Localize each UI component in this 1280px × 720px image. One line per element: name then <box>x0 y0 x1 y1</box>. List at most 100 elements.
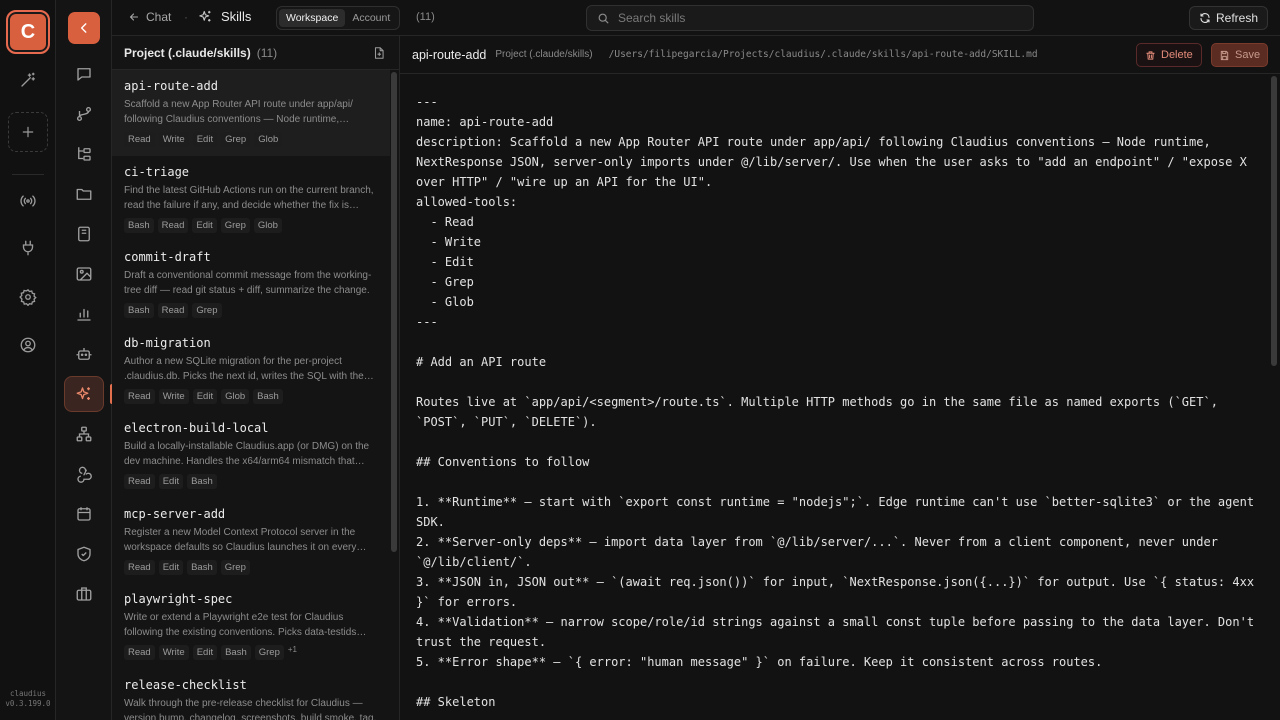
skill-name: db-migration <box>124 335 211 350</box>
tool-tag: Write <box>158 388 189 404</box>
tool-tags: Bash Read Edit Grep Glob <box>124 217 378 233</box>
skill-list-item[interactable]: electron-build-local Build a locally-inst… <box>112 412 390 498</box>
chat-icon[interactable] <box>70 60 98 88</box>
refresh-button[interactable]: Refresh <box>1189 6 1269 30</box>
skill-name: ci-triage <box>124 164 190 179</box>
briefcase-icon[interactable] <box>70 580 98 608</box>
skill-description: Register a new Model Context Protocol se… <box>124 526 357 553</box>
app-version-label: v0.3.199.0 <box>5 699 51 708</box>
skills-list: api-route-add Scaffold a new App Router A… <box>112 70 390 720</box>
network-icon[interactable] <box>70 420 98 448</box>
tool-tag: Bash <box>124 303 154 318</box>
git-branch-icon[interactable] <box>70 100 98 128</box>
scope-toggle: Workspace Account <box>276 6 401 30</box>
save-button[interactable]: Save <box>1211 43 1269 67</box>
workspace-initial: C <box>20 20 36 43</box>
editor-scrollbar[interactable] <box>1271 76 1277 366</box>
tool-tag: Read <box>124 645 155 660</box>
tab-account[interactable]: Account <box>345 9 397 27</box>
search-icon <box>598 13 609 23</box>
skill-list-item[interactable]: db-migration Author a new SQLite migratio… <box>112 327 390 413</box>
workspace-avatar-button[interactable]: C <box>6 10 50 54</box>
delete-label: Delete <box>1161 49 1193 61</box>
tool-tag: Glob <box>221 388 250 404</box>
tool-tag: Edit <box>158 559 184 575</box>
tool-tag: Bash <box>124 217 154 233</box>
skill-description: Build a locally-installable Claudius.app… <box>124 441 370 467</box>
tool-tag: Read <box>157 303 189 318</box>
tool-tag: Glob <box>253 217 282 233</box>
plug-icon[interactable] <box>14 234 42 262</box>
bar-chart-icon[interactable] <box>70 300 98 328</box>
tool-tag: Edit <box>192 645 218 660</box>
tool-tag: Grep <box>220 217 250 233</box>
file-tree-icon[interactable] <box>70 140 98 168</box>
save-icon <box>1220 50 1229 60</box>
collapse-sidebar-button[interactable] <box>68 12 100 44</box>
trash-icon <box>1146 50 1155 60</box>
tool-tag: Grep <box>220 559 250 575</box>
tool-tag: Grep <box>254 645 284 660</box>
skill-description: Scaffold a new App Router API route unde… <box>124 99 353 125</box>
new-skill-file-icon[interactable] <box>372 46 386 60</box>
skill-name: mcp-server-add <box>124 506 226 521</box>
editor-file-path: /Users/filipegarcia/Projects/claudius/.c… <box>608 49 1038 60</box>
broadcast-icon[interactable] <box>14 187 42 215</box>
tool-tag: Read <box>157 217 189 233</box>
add-workspace-button[interactable] <box>8 112 48 152</box>
more-tools-count: +1 <box>287 645 297 654</box>
skill-description: Author a new SQLite migration for the pe… <box>124 355 364 382</box>
breadcrumb-skills: Skills <box>198 9 251 24</box>
skill-description: Walk through the pre-release checklist f… <box>124 697 377 720</box>
skill-name: commit-draft <box>124 250 211 264</box>
bot-icon[interactable] <box>70 340 98 368</box>
tool-tag: Read <box>124 132 155 147</box>
skill-description: Write or extend a Playwright e2e test fo… <box>124 612 357 638</box>
skill-name: api-route-add <box>124 79 218 93</box>
editor-skill-scope: Project (.claude/skills) <box>495 49 593 60</box>
skill-markdown-editor[interactable]: --- name: api-route-add description: Sca… <box>416 92 1266 712</box>
webhook-icon[interactable] <box>70 460 98 488</box>
editor-skill-name: api-route-add <box>412 47 487 62</box>
tool-tag: Edit <box>192 217 217 233</box>
search-input[interactable] <box>618 11 1018 25</box>
tool-tags: Read Edit Bash Grep <box>124 559 378 575</box>
skill-list-item[interactable]: release-checklist Walk through the pre-re… <box>112 669 390 720</box>
image-icon[interactable] <box>70 260 98 288</box>
shield-check-icon[interactable] <box>70 540 98 568</box>
folder-icon[interactable] <box>70 180 98 208</box>
delete-button[interactable]: Delete <box>1136 43 1202 67</box>
refresh-label: Refresh <box>1216 11 1259 25</box>
sparkles-icon <box>199 10 211 22</box>
search-box <box>586 5 1034 31</box>
back-to-chat-link[interactable]: Chat <box>128 10 171 24</box>
skill-list-item[interactable]: mcp-server-add Register a new Model Conte… <box>112 498 390 584</box>
tool-tags: Read Edit Bash <box>124 474 378 489</box>
app-name-label: claudius <box>9 689 47 698</box>
tab-workspace[interactable]: Workspace <box>279 9 346 27</box>
sparkles-skills-icon[interactable] <box>70 380 98 408</box>
tool-tags: Read Write Edit Glob Bash <box>124 388 378 404</box>
tool-tag: Bash <box>187 474 217 489</box>
tool-tag: Read <box>124 474 155 489</box>
skill-list-item[interactable]: commit-draft Draft a conventional commit … <box>112 241 390 327</box>
rail-divider <box>12 174 44 175</box>
magic-wand-icon[interactable] <box>14 66 42 94</box>
skill-list-item[interactable]: ci-triage Find the latest GitHub Actions … <box>112 156 390 242</box>
list-scrollbar[interactable] <box>391 72 397 552</box>
tool-tag: Grep <box>221 132 251 147</box>
tool-tag: Write <box>158 645 189 660</box>
book-icon[interactable] <box>70 220 98 248</box>
skill-list-item[interactable]: api-route-add Scaffold a new App Router A… <box>112 70 390 156</box>
app-window: C claudius v0.3.199.0 Chat · Skills Work… <box>0 0 1280 720</box>
calendar-icon[interactable] <box>70 500 98 528</box>
tool-tag: Edit <box>192 388 218 404</box>
settings-gear-icon[interactable] <box>14 283 42 311</box>
page-title: Skills <box>221 9 252 24</box>
account-icon[interactable] <box>14 331 42 359</box>
tool-tag: Read <box>124 559 155 575</box>
tool-tag: Glob <box>254 132 283 147</box>
skills-list-panel: Project (.claude/skills) (11) api-route-… <box>112 36 400 720</box>
skills-list-header: Project (.claude/skills) (11) <box>112 36 399 70</box>
skill-list-item[interactable]: playwright-spec Write or extend a Playwri… <box>112 583 390 669</box>
